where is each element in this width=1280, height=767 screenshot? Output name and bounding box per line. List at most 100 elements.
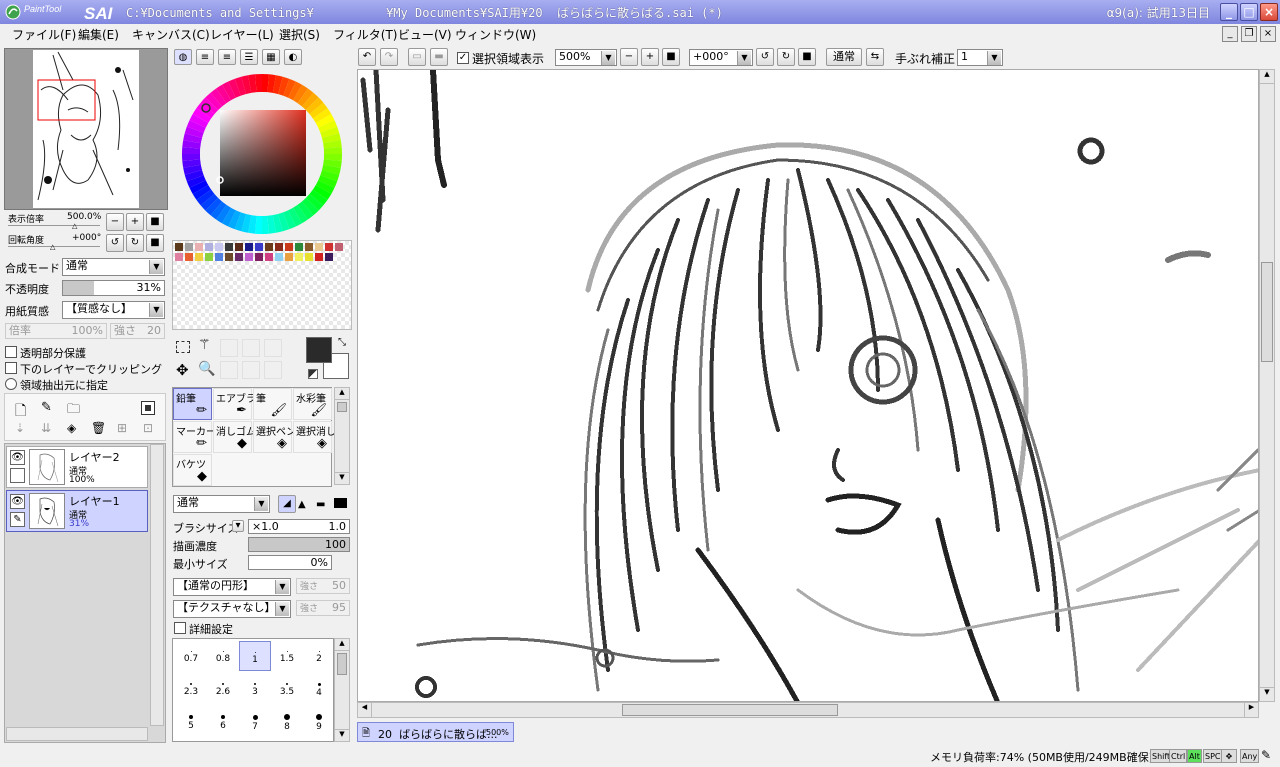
- clear-layer-icon[interactable]: ◈: [67, 421, 76, 435]
- color-swatch[interactable]: [185, 253, 193, 261]
- flip-horizontal-icon[interactable]: ⇆: [866, 48, 884, 66]
- brush-edge-soft-icon[interactable]: ▬: [316, 499, 325, 510]
- brush-size-preset[interactable]: 3.5: [271, 674, 303, 704]
- color-swatch[interactable]: [255, 253, 263, 261]
- color-swatch[interactable]: [275, 253, 283, 261]
- color-swatch[interactable]: [265, 243, 273, 251]
- rotate-reset-button[interactable]: ■: [146, 234, 164, 252]
- color-swatch[interactable]: [315, 243, 323, 251]
- zoom-tool-icon[interactable]: 🔍: [198, 361, 215, 377]
- tool-select-erase[interactable]: 選択消し ◈: [293, 421, 336, 453]
- menu-canvas[interactable]: キャンバス(C): [128, 26, 214, 43]
- zoom-reset-button[interactable]: ■: [146, 213, 164, 231]
- color-swatch[interactable]: [305, 253, 313, 261]
- color-swatch[interactable]: [285, 243, 293, 251]
- eye-icon[interactable]: 👁: [10, 450, 25, 465]
- rgb-slider-tab-icon[interactable]: ≡: [196, 49, 214, 65]
- brush-size-preset[interactable]: 7: [239, 707, 271, 737]
- maximize-icon[interactable]: □: [1240, 3, 1258, 21]
- color-swatch[interactable]: [225, 243, 233, 251]
- min-size-field[interactable]: 0%: [248, 555, 332, 570]
- pencil-icon[interactable]: ✎: [10, 512, 25, 527]
- menu-window[interactable]: ウィンドウ(W): [451, 26, 540, 43]
- eye-icon[interactable]: 👁: [10, 494, 25, 509]
- document-tab[interactable]: 🗎 20 ばらばらに散らば... 500%: [357, 722, 514, 742]
- color-swatch[interactable]: [235, 243, 243, 251]
- canvas-vscroll-thumb[interactable]: [1261, 262, 1273, 362]
- close-icon[interactable]: ×: [1260, 3, 1278, 21]
- color-swatch[interactable]: [215, 253, 223, 261]
- doc-restore-icon[interactable]: ❐: [1241, 26, 1257, 42]
- canvas-zoom-out-button[interactable]: −: [620, 48, 638, 66]
- tool-marker[interactable]: マーカー ✏: [173, 421, 216, 453]
- opacity-slider[interactable]: 31%: [62, 280, 165, 296]
- brush-edge-hard-icon[interactable]: ◢: [278, 495, 296, 513]
- layer-item-selected[interactable]: 👁 ✎ レイヤー1 通常 31%: [6, 490, 148, 532]
- canvas-vscrollbar[interactable]: ▲ ▼: [1259, 69, 1275, 702]
- brush-mode-select[interactable]: 通常 ▼: [173, 495, 270, 513]
- tool-airbrush[interactable]: エアブラシ ✒: [213, 388, 266, 420]
- color-swatch[interactable]: [205, 253, 213, 261]
- tool-select-pen[interactable]: 選択ペン ◈: [253, 421, 296, 453]
- menu-filter[interactable]: フィルタ(T): [329, 26, 401, 43]
- tool-palette-scrollbar[interactable]: ▲ ▼: [334, 387, 350, 485]
- new-folder-icon[interactable]: 🗀: [67, 400, 80, 422]
- canvas-angle-select[interactable]: +000° ▼: [689, 49, 753, 66]
- menu-layer[interactable]: レイヤー(L): [206, 26, 278, 43]
- tool-bucket[interactable]: バケツ ◆: [173, 454, 212, 486]
- color-swatch[interactable]: [265, 253, 273, 261]
- canvas-rotate-reset-button[interactable]: ■: [798, 48, 816, 66]
- color-swatch[interactable]: [315, 253, 323, 261]
- color-swatch[interactable]: [275, 243, 283, 251]
- brush-size-preset[interactable]: 9: [303, 707, 333, 737]
- menu-file[interactable]: ファイル(F): [8, 26, 80, 43]
- brush-size-scrollbar[interactable]: ▲ ▼: [334, 638, 350, 742]
- color-swatch[interactable]: [195, 243, 203, 251]
- brush-size-preset[interactable]: 5: [175, 707, 207, 737]
- color-swatch[interactable]: [295, 253, 303, 261]
- canvas-rotate-ccw-button[interactable]: ↺: [756, 48, 774, 66]
- color-swatch[interactable]: [195, 253, 203, 261]
- new-linework-layer-icon[interactable]: ✎: [41, 400, 52, 415]
- lock-toggle[interactable]: [10, 468, 25, 483]
- color-wheel-tab-icon[interactable]: ◍: [174, 49, 192, 65]
- doc-minimize-icon[interactable]: _: [1222, 26, 1238, 42]
- undo-icon[interactable]: ↶: [358, 48, 376, 66]
- color-swatch[interactable]: [335, 243, 343, 251]
- brush-edge-medium-icon[interactable]: ▲: [298, 499, 306, 510]
- brush-size-preset[interactable]: 1: [239, 641, 271, 671]
- layer-list-scrollbar[interactable]: [150, 444, 164, 726]
- color-swatch[interactable]: [245, 243, 253, 251]
- reset-colors-icon[interactable]: [308, 369, 318, 379]
- magic-wand-icon[interactable]: ⚚: [198, 337, 211, 353]
- drawing-canvas[interactable]: [357, 69, 1259, 702]
- canvas-zoom-in-button[interactable]: +: [641, 48, 659, 66]
- color-swatch[interactable]: [175, 243, 183, 251]
- move-icon[interactable]: ✥: [176, 361, 189, 379]
- brush-size-preset[interactable]: 0.7: [175, 641, 207, 671]
- color-swatch[interactable]: [295, 243, 303, 251]
- brush-size-field[interactable]: ×1.0 1.0: [248, 519, 350, 534]
- brush-size-preset[interactable]: 2.3: [175, 674, 207, 704]
- brush-texture-select[interactable]: 【テクスチャなし】 ▼: [173, 600, 291, 618]
- tool-watercolor[interactable]: 水彩筆 🖌: [293, 388, 332, 420]
- delete-layer-icon[interactable]: 🗑: [91, 421, 106, 435]
- swap-colors-icon[interactable]: ⤡: [338, 337, 346, 348]
- brush-size-toggle[interactable]: ▾: [232, 520, 244, 532]
- color-swatch[interactable]: [205, 243, 213, 251]
- brush-size-preset[interactable]: 4: [303, 674, 333, 704]
- color-swatch[interactable]: [325, 253, 333, 261]
- canvas-hscrollbar[interactable]: ◀ ▶: [357, 702, 1259, 718]
- brush-edge-square-icon[interactable]: [334, 498, 347, 508]
- color-swatch[interactable]: [215, 243, 223, 251]
- blend-mode-select[interactable]: 通常 ▼: [62, 258, 165, 276]
- brush-size-preset[interactable]: 8: [271, 707, 303, 737]
- rotate-cw-button[interactable]: ↻: [126, 234, 144, 252]
- layer-mask-icon[interactable]: [141, 401, 155, 415]
- tool-brush[interactable]: 筆 🖌: [253, 388, 292, 420]
- color-swatch[interactable]: [185, 243, 193, 251]
- zoom-slider-handle[interactable]: △: [72, 222, 77, 230]
- brush-size-preset[interactable]: 6: [207, 707, 239, 737]
- canvas-rotate-cw-button[interactable]: ↻: [777, 48, 795, 66]
- canvas-blend-button[interactable]: 通常: [826, 48, 862, 66]
